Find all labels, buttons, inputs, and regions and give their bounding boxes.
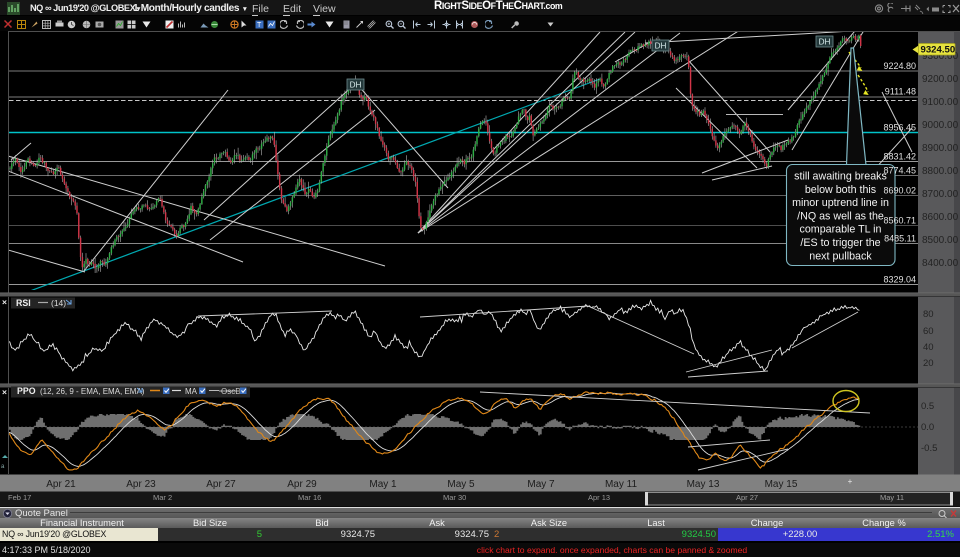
svg-text:Apr 29: Apr 29 <box>287 479 317 490</box>
svg-text:9324.50: 9324.50 <box>921 45 956 56</box>
svg-text:0.0: 0.0 <box>921 422 934 433</box>
svg-text:9111.48: 9111.48 <box>885 87 916 97</box>
svg-text:9000.00: 9000.00 <box>922 120 959 131</box>
svg-text:DH: DH <box>655 42 667 51</box>
svg-text:DH: DH <box>819 38 831 47</box>
svg-text:9200.00: 9200.00 <box>922 74 959 85</box>
svg-text:20: 20 <box>923 358 934 369</box>
svg-text:8774.45: 8774.45 <box>883 166 916 176</box>
svg-text:40: 40 <box>923 342 934 353</box>
svg-text:May 5: May 5 <box>447 479 475 490</box>
svg-text:Mar 30: Mar 30 <box>443 493 466 502</box>
svg-text:8485.11: 8485.11 <box>884 234 916 244</box>
svg-text:still awaiting breaks: still awaiting breaks <box>794 171 887 183</box>
svg-text:May 7: May 7 <box>527 479 555 490</box>
svg-text:PPO: PPO <box>17 386 36 396</box>
svg-text:Apr 21: Apr 21 <box>46 479 76 490</box>
svg-text:Mar 16: Mar 16 <box>298 493 321 502</box>
svg-text:×: × <box>2 387 7 397</box>
svg-text:Mar 2: Mar 2 <box>153 493 172 502</box>
svg-text:Feb 17: Feb 17 <box>8 493 31 502</box>
svg-text:May 11: May 11 <box>605 479 637 490</box>
svg-text:8600.00: 8600.00 <box>922 212 959 223</box>
svg-text:(14): (14) <box>51 298 66 308</box>
svg-text:8800.00: 8800.00 <box>922 166 959 177</box>
svg-text:8900.00: 8900.00 <box>922 143 959 154</box>
svg-text:+: + <box>848 477 853 486</box>
svg-text:May 13: May 13 <box>687 479 720 490</box>
svg-text:8700.00: 8700.00 <box>922 189 959 200</box>
svg-text:/NQ as well as the: /NQ as well as the <box>797 210 884 222</box>
svg-text:comparable TL in: comparable TL in <box>800 224 882 236</box>
svg-text:9224.80: 9224.80 <box>883 61 916 71</box>
svg-text:8831.42: 8831.42 <box>883 152 916 162</box>
svg-text:80: 80 <box>923 309 934 320</box>
svg-text:MA: MA <box>185 387 198 396</box>
svg-text:Apr 23: Apr 23 <box>126 479 156 490</box>
svg-text:8329.04: 8329.04 <box>883 275 916 285</box>
svg-text:8500.00: 8500.00 <box>922 235 959 246</box>
svg-text:below both this: below both this <box>805 184 876 196</box>
svg-text:8956.45: 8956.45 <box>883 123 916 133</box>
svg-text:Apr 27: Apr 27 <box>206 479 236 490</box>
svg-text:May 1: May 1 <box>369 479 397 490</box>
svg-text:Apr 13: Apr 13 <box>588 493 610 502</box>
svg-text:next pullback: next pullback <box>809 250 872 262</box>
svg-text:-0.5: -0.5 <box>921 443 937 454</box>
svg-text:DH: DH <box>350 81 362 90</box>
svg-text:0.5: 0.5 <box>921 401 934 412</box>
svg-text:8560.71: 8560.71 <box>883 216 916 226</box>
svg-text:/ES to trigger the: /ES to trigger the <box>800 237 880 249</box>
svg-text:OscD: OscD <box>221 387 241 396</box>
svg-text:May 15: May 15 <box>765 479 798 490</box>
svg-text:a: a <box>1 464 5 470</box>
svg-text:60: 60 <box>923 326 934 337</box>
svg-text:RSI: RSI <box>16 298 31 308</box>
svg-text:minor uptrend line in: minor uptrend line in <box>792 197 889 209</box>
svg-text:8400.00: 8400.00 <box>922 258 959 269</box>
svg-text:(12, 26, 9 - EMA, EMA, EMA): (12, 26, 9 - EMA, EMA, EMA) <box>40 387 145 396</box>
svg-text:8690.02: 8690.02 <box>883 186 916 196</box>
svg-text:9100.00: 9100.00 <box>922 97 959 108</box>
svg-text:×: × <box>2 297 7 307</box>
